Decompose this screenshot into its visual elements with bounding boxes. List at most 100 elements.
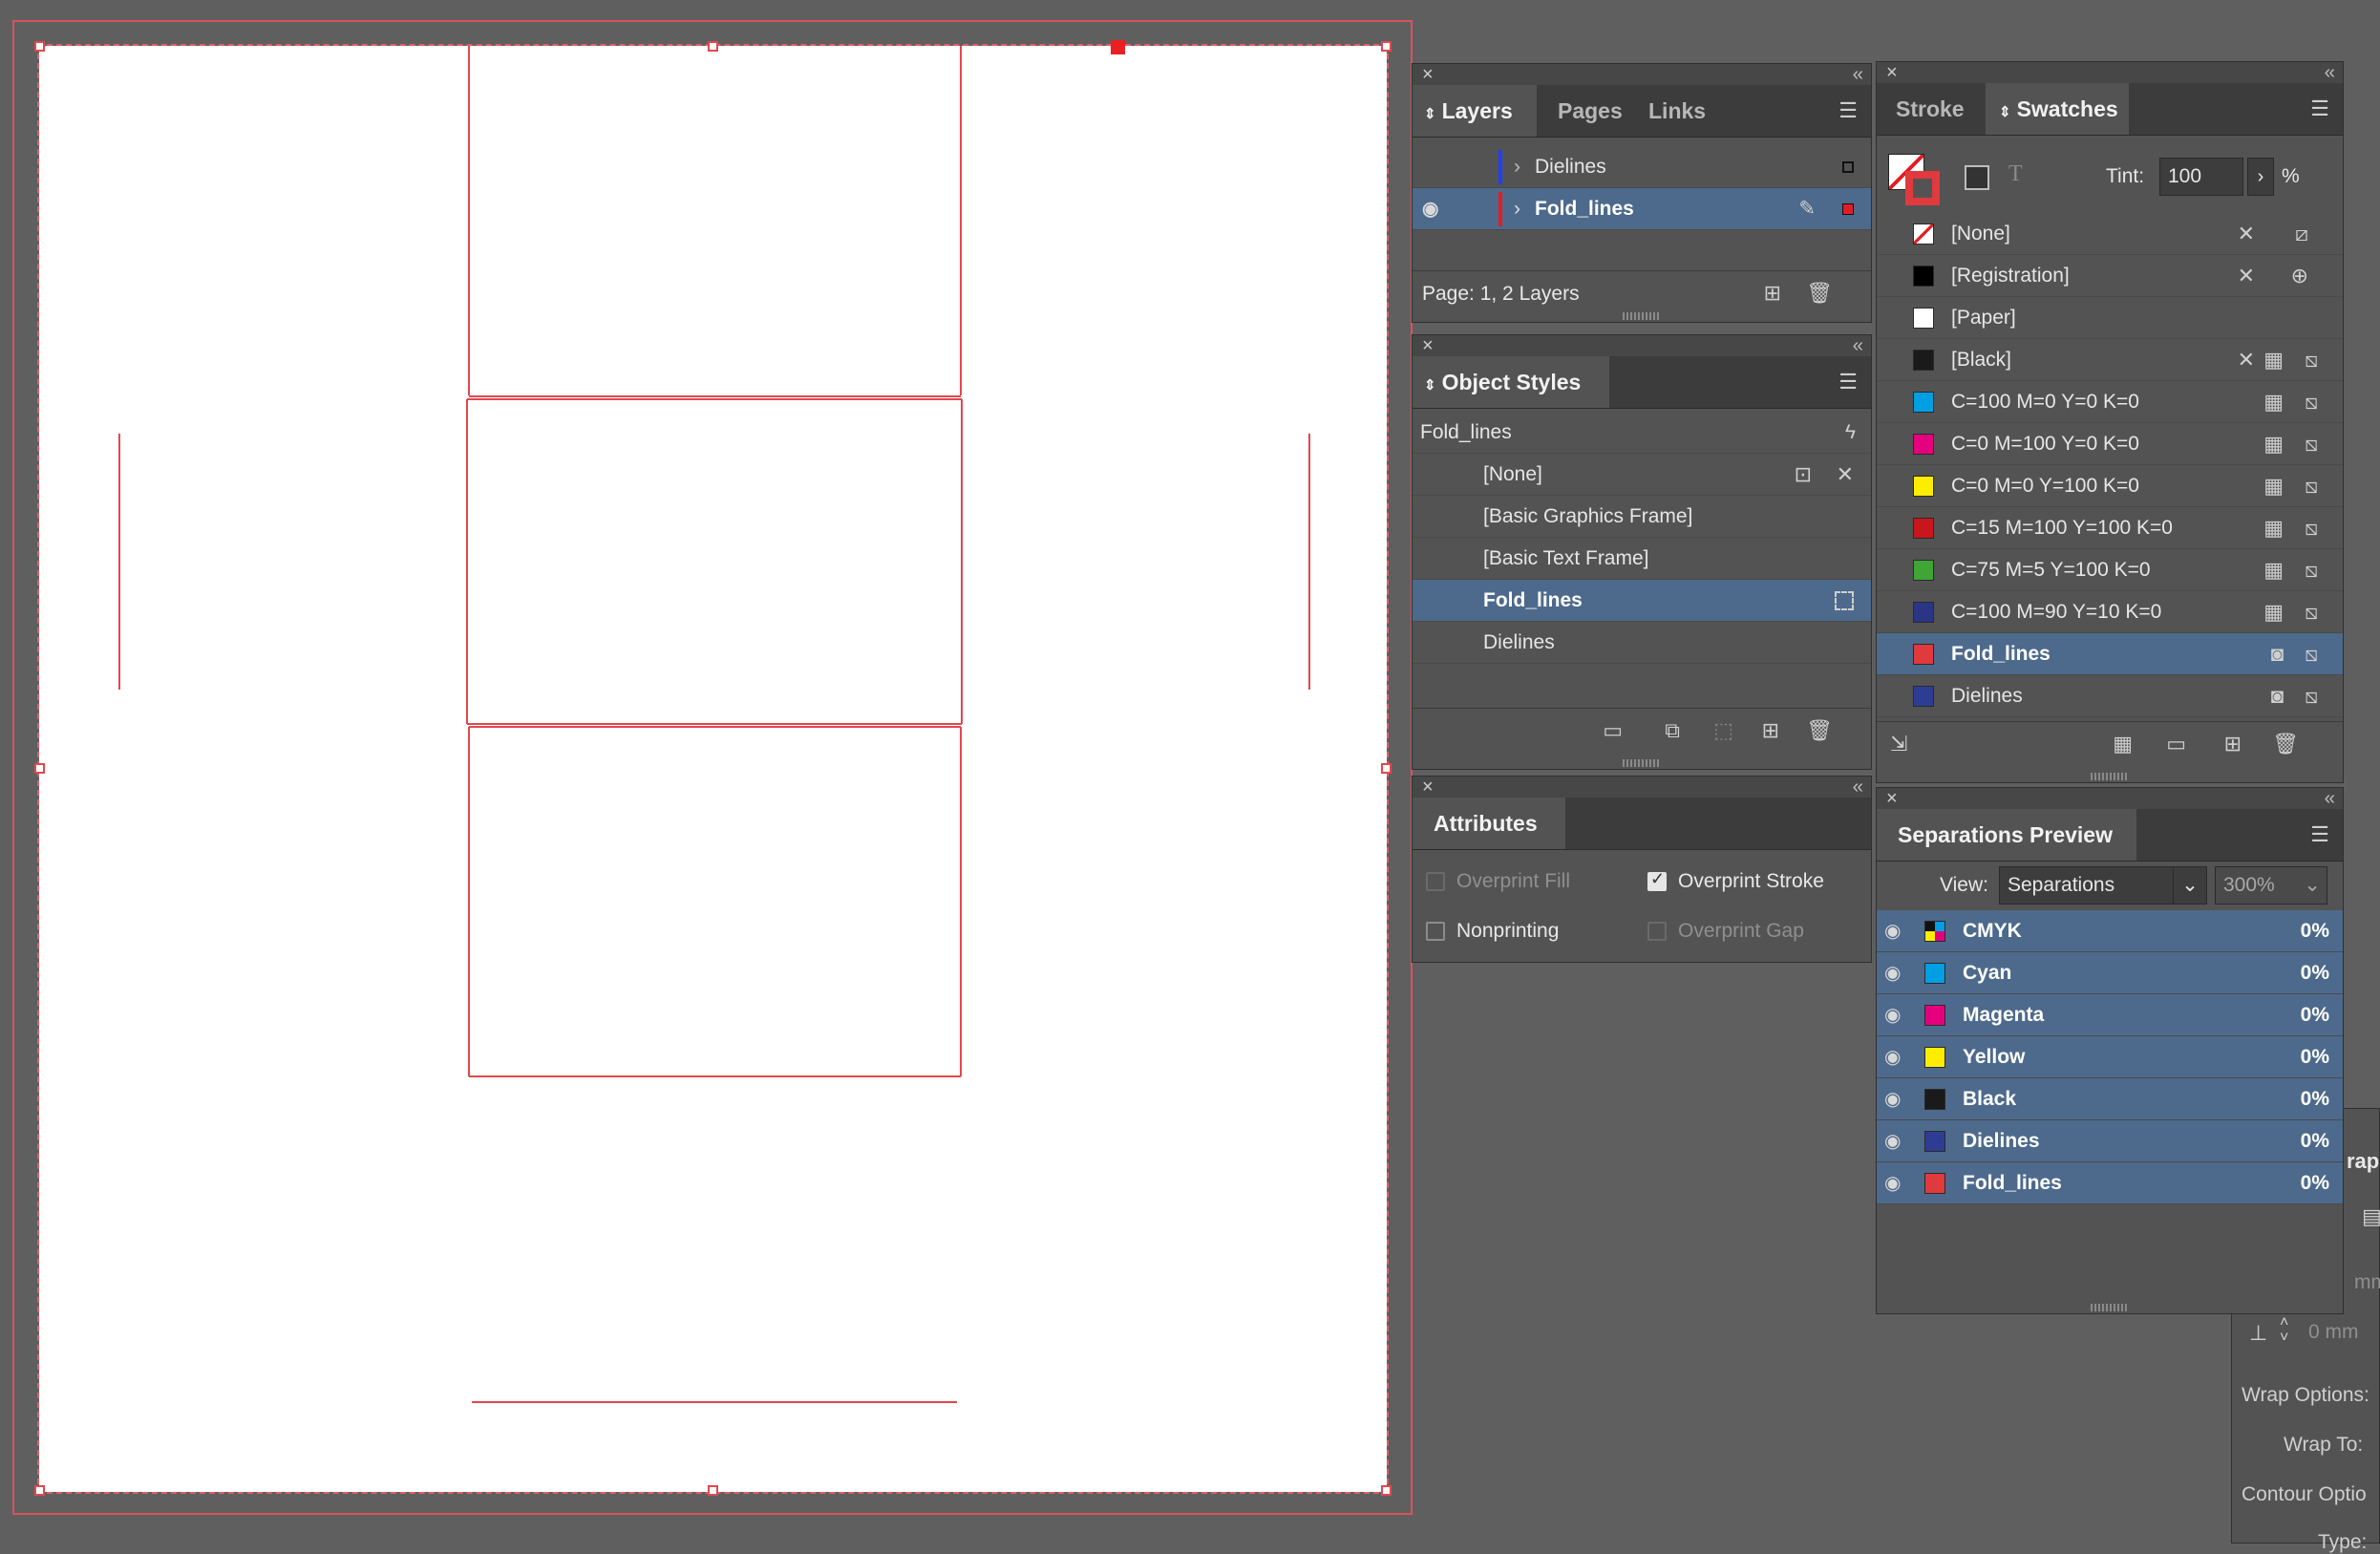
tab-links[interactable]: Links: [1637, 85, 1723, 137]
plate-row-yellow[interactable]: ◉ Yellow 0%: [1877, 1036, 2343, 1078]
tab-layers[interactable]: ⇕ Layers: [1413, 85, 1537, 137]
swatch-row[interactable]: C=0 M=100 Y=0 K=0 ▦ ⧅: [1877, 423, 2343, 465]
fold-line[interactable]: [469, 1075, 961, 1077]
trash-icon[interactable]: 🗑: [2272, 732, 2299, 756]
eye-icon[interactable]: ◉: [1884, 1120, 1901, 1162]
panel-menu-icon[interactable]: ☰: [1838, 370, 1858, 394]
selection-handle[interactable]: [1381, 1485, 1392, 1496]
selection-handle[interactable]: [34, 1485, 45, 1496]
zoom-dropdown[interactable]: 300% ⌄: [2215, 866, 2327, 905]
selection-handle[interactable]: [708, 1485, 718, 1496]
overprint-stroke-checkbox[interactable]: ✓: [1647, 869, 1667, 891]
new-layer-icon[interactable]: ⊞: [1764, 281, 1781, 306]
swatch-row[interactable]: C=100 M=90 Y=10 K=0 ▦ ⧅: [1877, 591, 2343, 633]
resize-grip[interactable]: [1623, 312, 1661, 320]
plate-row-magenta[interactable]: ◉ Magenta 0%: [1877, 994, 2343, 1036]
chevron-right-icon[interactable]: ›: [1514, 188, 1520, 230]
tab-attributes[interactable]: Attributes: [1413, 798, 1565, 849]
chevron-right-icon[interactable]: ›: [1514, 146, 1520, 188]
style-item[interactable]: Fold_lines: [1413, 580, 1871, 622]
collapse-icon[interactable]: ‹‹: [2325, 788, 2335, 809]
eye-icon[interactable]: ◉: [1884, 1036, 1901, 1078]
plate-row-fold-lines[interactable]: ◉ Fold_lines 0%: [1877, 1162, 2343, 1204]
document-page[interactable]: [37, 44, 1389, 1494]
swatch-row[interactable]: [Registration] ✕ ⊕: [1877, 255, 2343, 297]
selection-handle[interactable]: [708, 41, 718, 52]
tab-object-styles[interactable]: ⇕ Object Styles: [1413, 356, 1609, 408]
resize-grip[interactable]: [1623, 759, 1661, 767]
overprint-fill-checkbox[interactable]: [1426, 872, 1445, 891]
swatch-row[interactable]: Dielines ◙ ⧅: [1877, 675, 2343, 717]
bottom-offset-value[interactable]: 0 mm: [2308, 1321, 2359, 1344]
close-icon[interactable]: ×: [1422, 777, 1434, 798]
panel-menu-icon[interactable]: ☰: [2310, 96, 2329, 121]
fold-line[interactable]: [472, 1401, 957, 1403]
close-icon[interactable]: ×: [1422, 335, 1434, 356]
selection-handle[interactable]: [34, 41, 45, 52]
folder-icon[interactable]: ▭: [1603, 718, 1623, 743]
collapse-icon[interactable]: ‹‹: [1853, 335, 1863, 356]
tab-swatches[interactable]: ⇕ Swatches: [1986, 83, 2129, 135]
close-icon[interactable]: ×: [1886, 62, 1898, 83]
eye-icon[interactable]: ◉: [1884, 952, 1901, 994]
tab-stroke[interactable]: Stroke: [1877, 83, 1986, 135]
style-item[interactable]: [None] ⊡ ✕: [1413, 454, 1871, 496]
fold-line[interactable]: [1308, 434, 1310, 690]
panel-menu-icon[interactable]: ☰: [1838, 98, 1858, 123]
swatch-row[interactable]: [Black] ✕ ▦ ⧅: [1877, 339, 2343, 381]
fold-line[interactable]: [118, 434, 120, 690]
reference-point[interactable]: [1111, 40, 1125, 54]
swatch-row[interactable]: C=75 M=5 Y=100 K=0 ▦ ⧅: [1877, 549, 2343, 591]
style-item[interactable]: [Basic Text Frame]: [1413, 538, 1871, 580]
style-item[interactable]: [Basic Graphics Frame]: [1413, 496, 1871, 538]
plate-row-black[interactable]: ◉ Black 0%: [1877, 1078, 2343, 1120]
overprint-gap-checkbox[interactable]: [1647, 922, 1667, 941]
resize-grip[interactable]: [2091, 1304, 2129, 1311]
formatting-container-icon[interactable]: [1965, 165, 1989, 190]
plate-row-dielines[interactable]: ◉ Dielines 0%: [1877, 1120, 2343, 1162]
collapse-icon[interactable]: ‹‹: [2325, 62, 2335, 83]
formatting-text-icon[interactable]: T: [2008, 161, 2023, 187]
wrap-mode-icon[interactable]: ▤: [2362, 1204, 2380, 1229]
nonprinting-checkbox[interactable]: [1426, 922, 1445, 941]
plate-row-cyan[interactable]: ◉ Cyan 0%: [1877, 952, 2343, 994]
new-swatch-icon[interactable]: ⊞: [2224, 732, 2242, 756]
layer-row[interactable]: › Dielines: [1413, 146, 1871, 188]
tab-separations-preview[interactable]: Separations Preview: [1877, 809, 2136, 861]
chevron-right-icon[interactable]: ›: [2247, 158, 2274, 196]
fold-line[interactable]: [469, 395, 961, 397]
fold-line[interactable]: [467, 723, 962, 725]
swatch-row[interactable]: C=100 M=0 Y=0 K=0 ▦ ⧅: [1877, 381, 2343, 423]
clear-overrides-icon[interactable]: ⧉: [1665, 718, 1680, 743]
swatch-row[interactable]: C=0 M=0 Y=100 K=0 ▦ ⧅: [1877, 465, 2343, 507]
layer-select-square[interactable]: [1842, 203, 1854, 215]
swatch-view-icon[interactable]: ▦: [2113, 732, 2133, 756]
layer-row[interactable]: ◉ › Fold_lines ✎: [1413, 188, 1871, 230]
collapse-icon[interactable]: ‹‹: [1853, 777, 1863, 798]
fold-line[interactable]: [468, 727, 470, 1076]
eye-icon[interactable]: ◉: [1422, 188, 1438, 230]
collapse-icon[interactable]: ‹‹: [1853, 64, 1863, 85]
fold-line[interactable]: [466, 399, 468, 724]
swatch-row[interactable]: C=15 M=100 Y=100 K=0 ▦ ⧅: [1877, 507, 2343, 549]
stroke-swatch-icon[interactable]: [1905, 171, 1940, 205]
close-icon[interactable]: ×: [1422, 64, 1434, 85]
resize-grip[interactable]: [2091, 773, 2129, 780]
eye-icon[interactable]: ◉: [1884, 1162, 1901, 1204]
plate-row-cmyk[interactable]: ◉ CMYK 0%: [1877, 910, 2343, 952]
selection-handle[interactable]: [1381, 41, 1392, 52]
eye-icon[interactable]: ◉: [1884, 1078, 1901, 1120]
fold-line[interactable]: [961, 399, 963, 724]
new-style-icon[interactable]: ⊞: [1762, 718, 1779, 743]
tab-pages[interactable]: Pages: [1546, 85, 1632, 137]
close-icon[interactable]: ×: [1886, 788, 1898, 809]
fill-stroke-proxy[interactable]: [1888, 154, 1942, 207]
lightning-icon[interactable]: ϟ: [1845, 412, 1856, 454]
fold-line[interactable]: [960, 46, 962, 395]
fold-line[interactable]: [960, 727, 962, 1076]
eye-icon[interactable]: ◉: [1884, 994, 1901, 1036]
swatch-row[interactable]: [None] ✕ ⧄: [1877, 213, 2343, 255]
selection-handle[interactable]: [1381, 763, 1392, 774]
trash-icon[interactable]: 🗑: [1806, 718, 1833, 743]
selection-handle[interactable]: [34, 763, 45, 774]
